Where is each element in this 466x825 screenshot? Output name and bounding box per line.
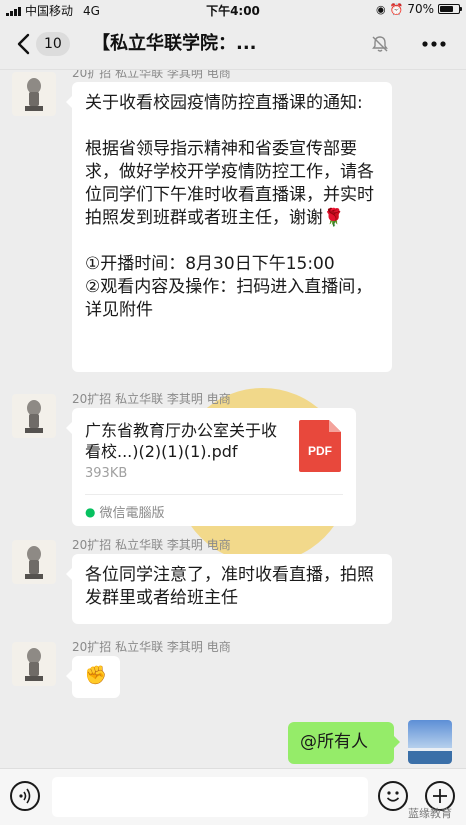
file-size: 393KB [85, 466, 128, 481]
chat-title: 【私立华联学院：... [92, 33, 257, 54]
battery-percent: 70% [407, 2, 434, 16]
self-avatar[interactable] [408, 720, 452, 764]
divider [85, 494, 343, 495]
pdf-file-icon: PDF [299, 420, 341, 472]
fist-emoji: ✊ [84, 665, 108, 686]
sender-name: 20扩招 私立华联 李其明 电商 [72, 538, 231, 552]
more-icon[interactable] [420, 34, 448, 54]
avatar[interactable] [12, 72, 56, 116]
emoji-button[interactable] [378, 781, 408, 811]
wechat-icon: ● [85, 504, 96, 519]
message-list[interactable]: 20扩招 私立华联 李其明 电商 关于收看校园疫情防控直播课的通知: 根据省领导… [0, 70, 466, 768]
input-bar: 蓝缘教育 [0, 768, 466, 825]
alarm-icon: ⏰ [389, 2, 404, 16]
file-source: ● 微信電腦版 [85, 502, 165, 522]
sender-name: 20扩招 私立华联 李其明 电商 [72, 392, 231, 406]
message-text: ①开播时间：8月30日下午15:00 [85, 254, 335, 274]
file-name: 广东省教育厅办公室关于收看校...)(2)(1)(1).pdf [85, 421, 278, 461]
message-bubble[interactable]: 各位同学注意了，准时收看直播，拍照发群里或者给班主任 [66, 554, 392, 624]
message-bubble[interactable]: ✊ [66, 656, 120, 698]
watermark-text: 蓝缘教育 [408, 807, 452, 820]
pdf-label: PDF [308, 444, 332, 458]
message-input[interactable] [52, 777, 368, 817]
message-bubble-self[interactable]: @所有人 [288, 722, 400, 764]
sender-name: 20扩招 私立华联 李其明 电商 [72, 640, 231, 654]
mute-icon [372, 36, 388, 52]
avatar[interactable] [12, 540, 56, 584]
message-text: ②观看内容及操作：扫码进入直播间，详见附件 [85, 277, 373, 320]
message-text: 根据省领导指示精神和省委宣传部要求，做好学校开学疫情防控工作，请各位同学们下午准… [85, 139, 374, 228]
battery-icon [438, 4, 462, 14]
message-bubble[interactable]: 关于收看校园疫情防控直播课的通知: 根据省领导指示精神和省委宣传部要求，做好学校… [66, 82, 392, 372]
unread-count-badge[interactable]: 10 [36, 32, 70, 56]
smile-icon [386, 791, 400, 802]
message-text: @所有人 [300, 732, 368, 752]
file-source-label: 微信電腦版 [99, 506, 165, 521]
chat-header: 10 【私立华联学院：... [0, 18, 466, 70]
status-bar: 中国移动 4G 下午4:00 ◉ ⏰ 70% [0, 0, 466, 18]
lock-icon: ◉ [376, 2, 386, 16]
message-text: 关于收看校园疫情防控直播课的通知: [85, 93, 363, 113]
sender-name: 20扩招 私立华联 李其明 电商 [72, 70, 231, 80]
avatar[interactable] [12, 394, 56, 438]
message-text: 各位同学注意了，准时收看直播，拍照发群里或者给班主任 [85, 565, 374, 608]
avatar[interactable] [12, 642, 56, 686]
voice-button[interactable] [10, 781, 40, 811]
voice-icon [19, 788, 31, 804]
file-message-card[interactable]: 广东省教育厅办公室关于收看校...)(2)(1)(1).pdf 393KB PD… [66, 408, 356, 526]
back-icon[interactable] [14, 32, 34, 56]
